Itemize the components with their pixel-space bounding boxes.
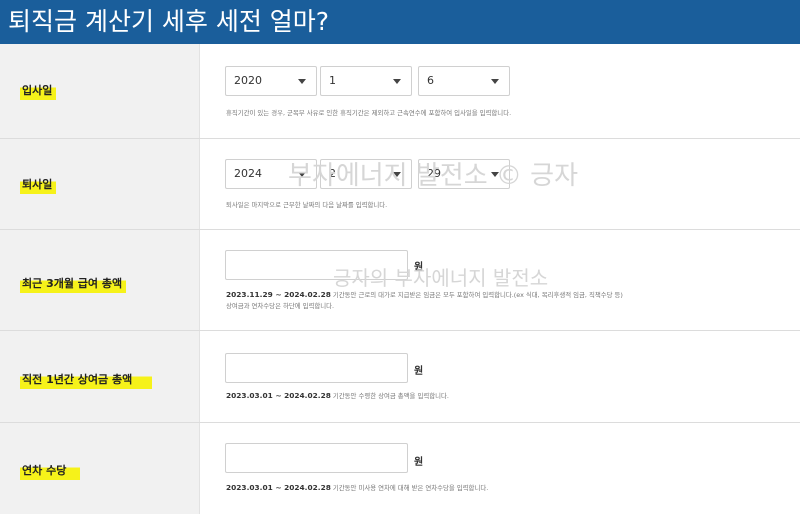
hire-year-value: 2020	[234, 74, 262, 87]
hire-date-hint: 휴직기간이 있는 경우, 군복무 사유로 인한 휴직기간은 제외하고 근속연수에…	[226, 109, 512, 117]
salary-3m-period: 2023.11.29 ~ 2024.02.28	[226, 290, 331, 299]
salary-3m-label-cell: 최근 3개월 급여 총액	[0, 230, 200, 330]
bonus-1y-label-cell: 직전 1년간 상여금 총액	[0, 331, 200, 422]
leave-date-label-cell: 퇴사일	[0, 139, 200, 229]
bonus-1y-row: 직전 1년간 상여금 총액 원 2023.03.01 ~ 2024.02.28 …	[0, 331, 800, 423]
hire-day-select[interactable]: 6	[418, 66, 510, 96]
caret-down-icon	[491, 172, 499, 177]
leave-year-select[interactable]: 2024	[225, 159, 317, 189]
caret-down-icon	[393, 79, 401, 84]
bonus-1y-input[interactable]	[225, 353, 408, 383]
leave-month-select[interactable]: 2	[320, 159, 412, 189]
leave-date-hint: 퇴사일은 마지막으로 근무한 날짜의 다음 날짜를 입력합니다.	[226, 201, 388, 209]
bonus-1y-hint-text: 기간동안 수령한 상여금 총액을 입력합니다.	[332, 392, 449, 400]
bonus-1y-unit: 원	[414, 366, 424, 377]
bonus-1y-label: 직전 1년간 상여금 총액	[20, 370, 153, 389]
annual-leave-label: 연차 수당	[20, 461, 81, 480]
page-banner: 퇴직금 계산기 세후 세전 얼마?	[0, 0, 800, 44]
annual-leave-hint-text: 기간동안 미사용 연차에 대해 받은 연차수당을 입력합니다.	[332, 484, 489, 492]
leave-date-label: 퇴사일	[20, 175, 57, 194]
annual-leave-hint: 2023.03.01 ~ 2024.02.28 기간동안 미사용 연차에 대해 …	[226, 483, 488, 492]
calculator-form: 입사일 2020 1 6 휴직기간이 있는 경우, 군복무 사유로 인한 휴직기…	[0, 44, 800, 514]
annual-leave-label-cell: 연차 수당	[0, 423, 200, 514]
caret-down-icon	[298, 172, 306, 177]
salary-3m-row: 최근 3개월 급여 총액 원 2023.11.29 ~ 2024.02.28 기…	[0, 230, 800, 331]
annual-leave-unit: 원	[414, 457, 424, 468]
banner-title: 퇴직금 계산기 세후 세전 얼마?	[8, 7, 330, 36]
salary-3m-input[interactable]	[225, 250, 408, 280]
bonus-1y-period: 2023.03.01 ~ 2024.02.28	[226, 391, 331, 400]
salary-3m-hint-text: 기간동안 근로의 대가로 지급받은 임금은 모두 포함하여 입력합니다.(ex …	[332, 291, 623, 299]
annual-leave-period: 2023.03.01 ~ 2024.02.28	[226, 483, 331, 492]
salary-3m-label: 최근 3개월 급여 총액	[20, 274, 127, 293]
annual-leave-input[interactable]	[225, 443, 408, 473]
annual-leave-row: 연차 수당 원 2023.03.01 ~ 2024.02.28 기간동안 미사용…	[0, 423, 800, 514]
hire-date-row: 입사일 2020 1 6 휴직기간이 있는 경우, 군복무 사유로 인한 휴직기…	[0, 44, 800, 139]
caret-down-icon	[298, 79, 306, 84]
hire-month-value: 1	[329, 74, 336, 87]
leave-day-select[interactable]: 29	[418, 159, 510, 189]
hire-month-select[interactable]: 1	[320, 66, 412, 96]
leave-month-value: 2	[329, 167, 336, 180]
caret-down-icon	[393, 172, 401, 177]
hire-day-value: 6	[427, 74, 434, 87]
bonus-1y-hint: 2023.03.01 ~ 2024.02.28 기간동안 수령한 상여금 총액을…	[226, 391, 449, 400]
hire-date-label-cell: 입사일	[0, 44, 200, 138]
salary-3m-unit: 원	[414, 262, 424, 273]
hire-date-label: 입사일	[20, 81, 57, 100]
salary-3m-hint-2: 상여금과 연차수당은 하단에 입력합니다.	[226, 302, 335, 310]
leave-day-value: 29	[427, 167, 441, 180]
leave-year-value: 2024	[234, 167, 262, 180]
hire-year-select[interactable]: 2020	[225, 66, 317, 96]
caret-down-icon	[491, 79, 499, 84]
leave-date-row: 퇴사일 2024 2 29 퇴사일은 마지막으로 근무한 날짜의 다음 날짜를 …	[0, 139, 800, 230]
salary-3m-hint: 2023.11.29 ~ 2024.02.28 기간동안 근로의 대가로 지급받…	[226, 290, 623, 299]
